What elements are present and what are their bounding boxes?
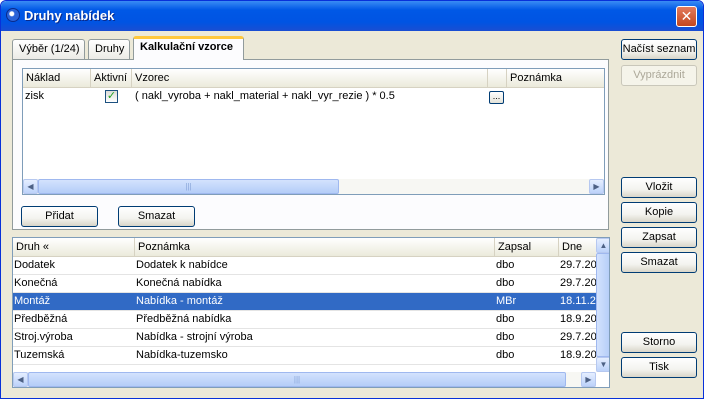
title-bar[interactable]: Druhy nabídek ✕ (1, 1, 703, 31)
column-header-poznamka[interactable]: Poznámka (507, 69, 604, 87)
scroll-up-icon[interactable]: ▲ (596, 238, 609, 253)
cell-dne: 18.11.2 (560, 295, 596, 307)
column-header-dne[interactable]: Dne (559, 238, 596, 256)
pridat-button[interactable]: Přidat (21, 206, 98, 227)
formula-grid-header: Náklad Aktivní Vzorec Poznámka (23, 69, 604, 88)
scroll-right-icon[interactable]: ▶ (589, 179, 604, 194)
formula-edit-button[interactable]: ... (489, 91, 504, 104)
vlozit-button[interactable]: Vložit (621, 177, 697, 198)
cell-druh: Montáž (14, 295, 51, 307)
cell-poznamka: Předběžná nabídka (136, 313, 232, 325)
scroll-right-icon[interactable]: ▶ (581, 372, 596, 387)
types-grid: Druh « Poznámka Zapsal Dne Dodatek Dodat… (12, 237, 610, 388)
cell-dne: 29.7.20 (560, 331, 596, 343)
client-area: Výběr (1/24) Druhy Kalkulační vzorce Nák… (4, 31, 700, 397)
column-header-button (488, 69, 507, 87)
cell-druh: Dodatek (14, 259, 55, 271)
table-row[interactable]: Stroj.výroba Nabídka - strojní výroba db… (13, 329, 596, 347)
scroll-thumb[interactable]: ||| (28, 372, 566, 387)
formula-grid: Náklad Aktivní Vzorec Poznámka zisk ✓ ( … (22, 68, 605, 195)
column-header-aktivni[interactable]: Aktivní (91, 69, 132, 87)
cell-zapsal: dbo (496, 331, 515, 343)
aktivni-checkbox[interactable]: ✓ (105, 90, 118, 103)
vyprazdnit-button[interactable]: Vyprázdnit (621, 65, 697, 86)
cell-druh: Konečná (14, 277, 58, 289)
cell-druh: Tuzemská (14, 349, 65, 361)
column-header-vzorec[interactable]: Vzorec (132, 69, 488, 87)
table-row[interactable]: Předběžná Předběžná nabídka dbo 18.9.20 (13, 311, 596, 329)
column-header-zapsal[interactable]: Zapsal (495, 238, 559, 256)
cell-druh: Stroj.výroba (14, 331, 73, 343)
column-header-naklad[interactable]: Náklad (23, 69, 91, 87)
cell-dne: 18.9.20 (560, 349, 596, 361)
tab-kalkulacni-vzorce[interactable]: Kalkulační vzorce (133, 36, 244, 60)
table-row-selected[interactable]: Montáž Nabídka - montáž MBr 18.11.2 (13, 293, 596, 311)
scroll-thumb[interactable]: ||| (38, 179, 339, 194)
table-row[interactable]: Tuzemská Nabídka-tuzemsko dbo 18.9.20 (13, 347, 596, 365)
cell-dne: 18.9.20 (560, 313, 596, 325)
column-header-poznamka[interactable]: Poznámka (135, 238, 495, 256)
types-grid-hscrollbar[interactable]: ◀ ||| ▶ (13, 372, 596, 387)
scroll-down-icon[interactable]: ▼ (596, 357, 609, 372)
cell-poznamka: Nabídka - montáž (136, 295, 223, 307)
tab-panel: Náklad Aktivní Vzorec Poznámka zisk ✓ ( … (12, 59, 609, 230)
cell-druh: Předběžná (14, 313, 68, 325)
cell-dne: 29.7.20 (560, 259, 596, 271)
scroll-left-icon[interactable]: ◀ (23, 179, 38, 194)
formula-row[interactable]: zisk ✓ ( nakl_vyroba + nakl_material + n… (23, 88, 604, 105)
cell-poznamka: Konečná nabídka (136, 277, 222, 289)
cell-dne: 29.7.20 (560, 277, 596, 289)
types-grid-vscrollbar[interactable]: ▲ ▼ (596, 238, 609, 372)
cell-naklad[interactable]: zisk (23, 88, 91, 105)
cell-vzorec[interactable]: ( nakl_vyroba + nakl_material + nakl_vyr… (132, 88, 488, 105)
cell-zapsal: dbo (496, 349, 515, 361)
zapsat-button[interactable]: Zapsat (621, 227, 697, 248)
table-row[interactable]: Dodatek Dodatek k nabídce dbo 29.7.20 (13, 257, 596, 275)
kopie-button[interactable]: Kopie (621, 202, 697, 223)
tab-druhy[interactable]: Druhy (88, 39, 130, 59)
cell-poznamka: Nabídka-tuzemsko (136, 349, 228, 361)
smazat-button[interactable]: Smazat (621, 252, 697, 273)
app-icon (6, 8, 20, 22)
dialog-window: Druhy nabídek ✕ Výběr (1/24) Druhy Kalku… (0, 0, 704, 399)
pridat-label: Přidat (45, 210, 74, 222)
tisk-button[interactable]: Tisk (621, 357, 697, 378)
cell-poznamka: Dodatek k nabídce (136, 259, 228, 271)
cell-poznamka: Nabídka - strojní výroba (136, 331, 253, 343)
types-grid-header: Druh « Poznámka Zapsal Dne (13, 238, 596, 257)
smazat-formula-button[interactable]: Smazat (118, 206, 195, 227)
cell-zapsal: MBr (496, 295, 517, 307)
tab-vyber[interactable]: Výběr (1/24) (12, 39, 85, 59)
column-header-druh[interactable]: Druh « (13, 238, 135, 256)
smazat-label: Smazat (137, 210, 176, 222)
cell-zapsal: dbo (496, 259, 515, 271)
cell-poznamka[interactable] (507, 88, 604, 105)
nacist-seznam-button[interactable]: Načíst seznam (621, 39, 697, 60)
storno-button[interactable]: Storno (621, 332, 697, 353)
cell-zapsal: dbo (496, 313, 515, 325)
vscroll-thumb[interactable] (596, 253, 609, 357)
table-row[interactable]: Konečná Konečná nabídka dbo 29.7.20 (13, 275, 596, 293)
close-button[interactable]: ✕ (676, 6, 697, 27)
formula-grid-hscrollbar[interactable]: ◀ ||| ▶ (23, 179, 604, 194)
window-title: Druhy nabídek (24, 8, 115, 23)
scroll-left-icon[interactable]: ◀ (13, 372, 28, 387)
cell-zapsal: dbo (496, 277, 515, 289)
